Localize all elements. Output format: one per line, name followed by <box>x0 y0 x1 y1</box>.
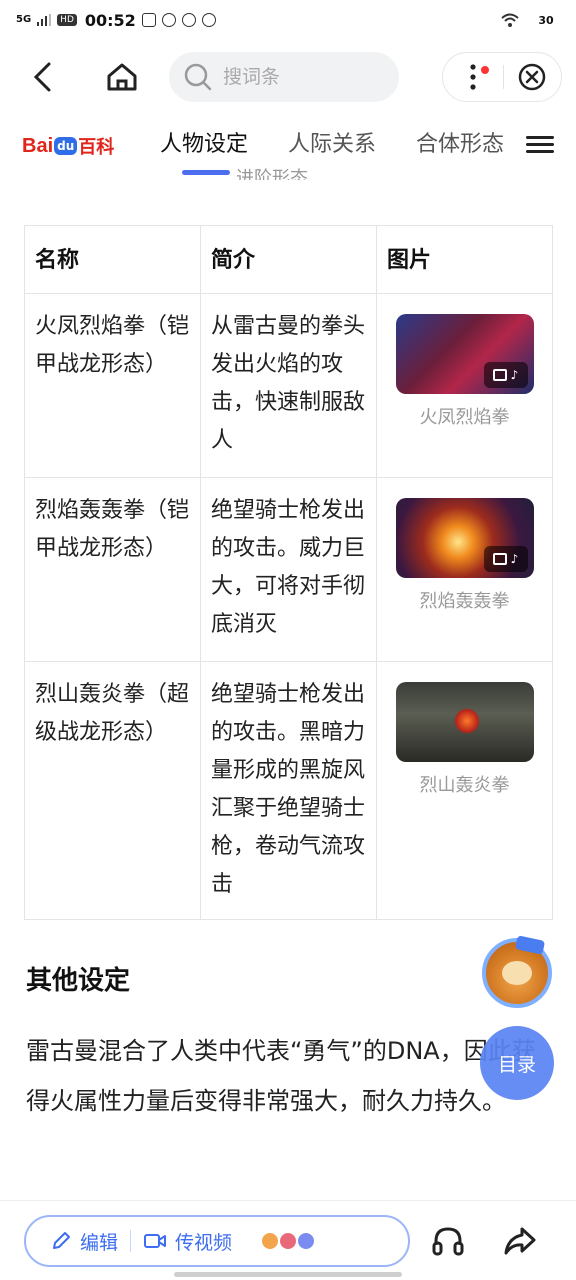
graduation-cap-icon <box>514 935 546 955</box>
avatar <box>280 1233 297 1249</box>
top-actions <box>442 52 562 102</box>
logo-paw: du <box>54 137 78 155</box>
notification-dot <box>481 66 489 74</box>
search-bar[interactable] <box>169 52 399 102</box>
gallery-icon: ♪ <box>483 546 528 572</box>
clock: 00:52 <box>84 10 136 30</box>
upload-video-label: 传视频 <box>175 1231 233 1254</box>
upload-video-button[interactable]: 传视频 <box>143 1228 232 1255</box>
section-title: 其他设定 <box>26 966 131 996</box>
notification-icon <box>181 13 196 27</box>
action-pill: 编辑 传视频 <box>24 1215 410 1267</box>
signal-icon <box>37 14 52 26</box>
table-header: 图片 <box>376 225 553 294</box>
close-icon <box>518 63 546 91</box>
edit-label: 编辑 <box>80 1231 119 1254</box>
home-button[interactable] <box>100 57 144 97</box>
table-row: 烈山轰炎拳（超级战龙形态） 绝望骑士枪发出的攻击。黑暗力量形成的黑旋风汇聚于绝望… <box>24 661 553 920</box>
table-header: 简介 <box>200 225 377 294</box>
more-vertical-icon <box>470 64 476 90</box>
wifi-icon <box>501 13 519 27</box>
bottom-bar: 编辑 传视频 <box>0 1200 576 1280</box>
headphones-icon <box>432 1227 464 1256</box>
table-header: 名称 <box>24 225 201 294</box>
video-camera-icon <box>144 1234 167 1248</box>
top-navigation <box>0 44 576 110</box>
fire-effect <box>453 708 480 734</box>
share-arrow-icon <box>504 1227 536 1255</box>
edit-button[interactable]: 编辑 <box>50 1228 118 1255</box>
logo-text: 百科 <box>78 137 115 158</box>
hd-badge: HD <box>57 14 77 26</box>
table-row: 火凤烈焰拳（铠甲战龙形态） 从雷古曼的拳头发出火焰的攻击，快速制服敌人 ♪ 火凤… <box>24 293 553 478</box>
move-desc: 从雷古曼的拳头发出火焰的攻击，快速制服敌人 <box>200 293 377 478</box>
active-tab-indicator <box>182 170 230 175</box>
move-image-cell: ♪ 烈焰轰轰拳 <box>376 477 553 662</box>
pencil-icon <box>53 1232 70 1249</box>
avatar <box>298 1233 315 1249</box>
tab-combined-forms[interactable]: 合体形态 <box>416 126 504 158</box>
notification-icon <box>201 13 216 27</box>
baidu-baike-logo[interactable]: Bai du 百科 <box>22 124 114 168</box>
assistant-avatar-button[interactable] <box>482 935 552 1008</box>
move-desc: 绝望骑士枪发出的攻击。威力巨大，可将对手彻底消灭 <box>200 477 377 662</box>
divider <box>130 1230 132 1252</box>
move-thumbnail[interactable] <box>395 682 534 762</box>
contributor-avatars[interactable] <box>262 1233 315 1249</box>
moves-table: 名称 简介 图片 火凤烈焰拳（铠甲战龙形态） 从雷古曼的拳头发出火焰的攻击，快速… <box>24 225 553 920</box>
home-icon <box>107 63 137 91</box>
listen-button[interactable] <box>430 1223 466 1259</box>
move-name: 烈山轰炎拳（超级战龙形态） <box>24 661 201 920</box>
move-thumbnail[interactable]: ♪ <box>395 498 534 578</box>
logo-text: Bai <box>22 134 54 157</box>
move-thumbnail[interactable]: ♪ <box>395 314 534 394</box>
toc-button[interactable]: 目录 <box>480 1026 554 1100</box>
image-caption: 烈焰轰轰拳 <box>419 591 510 612</box>
section-body: 雷古曼混合了人类中代表“勇气”的DNA，因此获得火属性力量后变得非常强大，耐久力… <box>26 1037 536 1115</box>
search-icon <box>184 63 212 91</box>
menu-button[interactable] <box>526 132 554 160</box>
back-button[interactable] <box>22 57 62 97</box>
status-bar: 5G HD 00:52 30 <box>0 0 576 40</box>
share-button[interactable] <box>502 1223 538 1259</box>
table-row: 烈焰轰轰拳（铠甲战龙形态） 绝望骑士枪发出的攻击。威力巨大，可将对手彻底消灭 ♪… <box>24 477 553 662</box>
notification-icon <box>161 13 176 27</box>
move-image-cell: ♪ 火凤烈焰拳 <box>376 293 553 478</box>
network-indicator: 5G <box>16 14 32 25</box>
cropped-heading: 进阶形态 <box>236 168 308 180</box>
avatar <box>262 1233 279 1249</box>
move-desc: 绝望骑士枪发出的攻击。黑暗力量形成的黑旋风汇聚于绝望骑士枪，卷动气流攻击 <box>200 661 377 920</box>
back-arrow-icon <box>33 62 51 92</box>
battery-indicator: 30 <box>538 13 554 27</box>
move-name: 火凤烈焰拳（铠甲战龙形态） <box>24 293 201 478</box>
home-indicator <box>174 1272 402 1277</box>
gallery-icon: ♪ <box>483 362 528 388</box>
dog-avatar-icon <box>502 961 532 985</box>
move-name: 烈焰轰轰拳（铠甲战龙形态） <box>24 477 201 662</box>
image-caption: 火凤烈焰拳 <box>419 407 510 428</box>
notification-icon <box>141 13 156 27</box>
tab-relationships[interactable]: 人际关系 <box>288 126 376 158</box>
tab-character-settings[interactable]: 人物设定 <box>160 126 248 158</box>
close-button[interactable] <box>503 52 561 102</box>
move-image-cell: 烈山轰炎拳 <box>376 661 553 920</box>
search-input[interactable] <box>221 65 381 89</box>
more-button[interactable] <box>443 52 503 102</box>
image-caption: 烈山轰炎拳 <box>419 775 510 796</box>
menu-icon <box>526 136 554 139</box>
